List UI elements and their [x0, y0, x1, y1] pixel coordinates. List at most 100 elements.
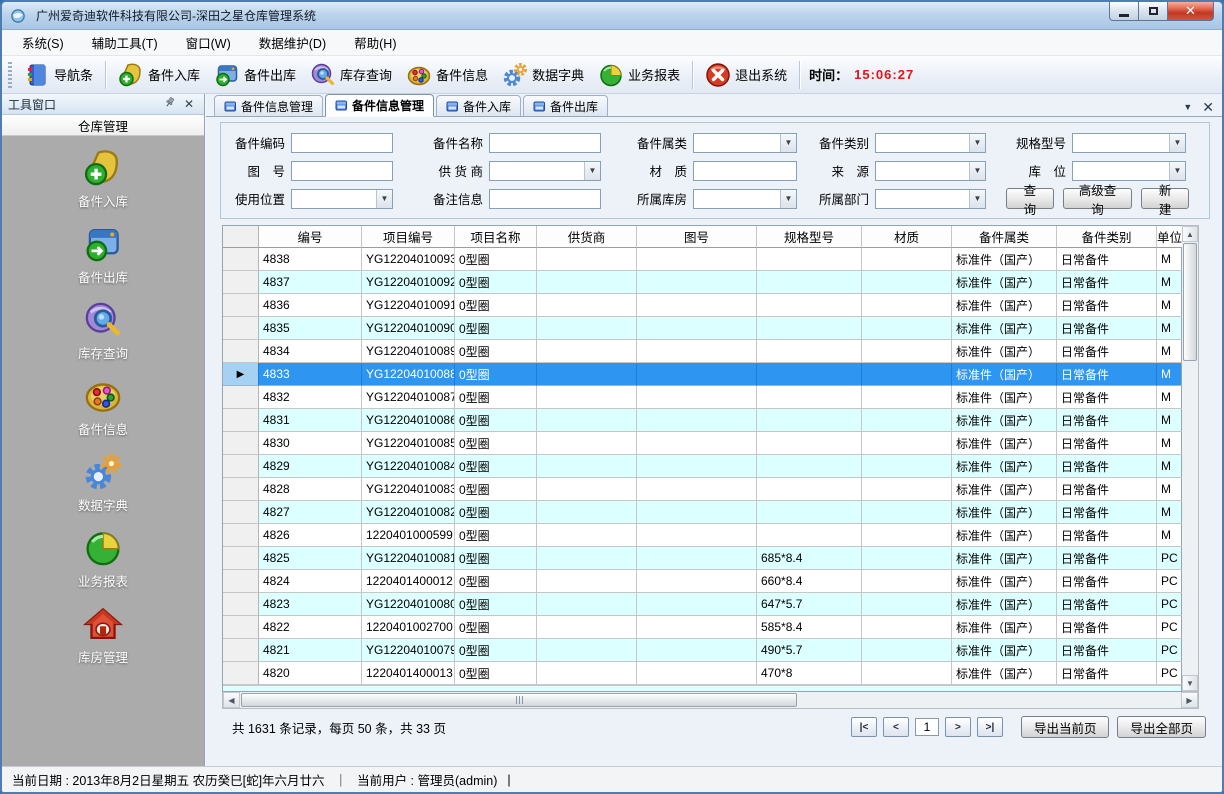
supplier-combo[interactable]: ▼ — [489, 161, 601, 181]
table-row-partial[interactable] — [223, 685, 1181, 691]
department-combo[interactable]: ▼ — [875, 189, 986, 209]
toolbar-item-inventory-search[interactable]: 库存查询 — [303, 59, 399, 91]
horizontal-scrollbar[interactable]: ◀ ▶ — [222, 692, 1199, 709]
column-header-2[interactable]: 项目名称 — [455, 226, 537, 248]
sidebar-item-parts-info[interactable]: 备件信息 — [2, 376, 204, 438]
table-row[interactable]: 482612204010005990型圈标准件（国产）日常备件M — [223, 524, 1181, 547]
toolbar-item-business-report[interactable]: 业务报表 — [591, 59, 687, 91]
minimize-button[interactable] — [1109, 2, 1139, 21]
horizontal-scroll-thumb[interactable] — [241, 693, 797, 707]
combo-arrow-icon[interactable]: ▼ — [969, 162, 985, 180]
vertical-scrollbar[interactable]: ▲ ▼ — [1182, 225, 1199, 692]
part-group-combo[interactable]: ▼ — [693, 133, 797, 153]
row-selector-cell[interactable] — [223, 271, 259, 294]
row-selector-cell[interactable] — [223, 524, 259, 547]
drawing-no-input[interactable] — [292, 162, 392, 180]
material-input[interactable] — [694, 162, 796, 180]
combo-arrow-icon[interactable]: ▼ — [780, 190, 796, 208]
column-header-7[interactable]: 备件属类 — [952, 226, 1057, 248]
table-row[interactable]: 4838YG122040100930型圈标准件（国产）日常备件M — [223, 248, 1181, 271]
toolbar-item-navigation-book[interactable]: 导航条 — [17, 59, 100, 91]
location-combo[interactable]: ▼ — [1072, 161, 1186, 181]
toolbar-item-exit[interactable]: 退出系统 — [698, 59, 794, 91]
table-row[interactable]: 4821YG122040100790型圈490*5.7标准件（国产）日常备件PC — [223, 639, 1181, 662]
search-button[interactable]: 查询 — [1006, 188, 1054, 209]
sidebar-item-inventory-search[interactable]: 库存查询 — [2, 300, 204, 362]
sidebar-close-icon[interactable]: ✕ — [180, 97, 198, 111]
sidebar-item-parts-inbound[interactable]: 备件入库 — [2, 148, 204, 210]
maximize-button[interactable] — [1139, 2, 1168, 21]
table-row[interactable]: 4825YG122040100810型圈685*8.4标准件（国产）日常备件PC — [223, 547, 1181, 570]
row-selector-cell[interactable] — [223, 547, 259, 570]
table-row[interactable]: 4829YG122040100840型圈标准件（国产）日常备件M — [223, 455, 1181, 478]
column-header-6[interactable]: 材质 — [862, 226, 952, 248]
part-name-input[interactable] — [490, 134, 600, 152]
row-selector-cell[interactable] — [223, 501, 259, 524]
first-page-button[interactable]: |< — [851, 717, 877, 737]
row-selector-cell[interactable] — [223, 432, 259, 455]
table-row[interactable]: 4827YG122040100820型圈标准件（国产）日常备件M — [223, 501, 1181, 524]
advanced-search-button[interactable]: 高级查询 — [1063, 188, 1133, 209]
part-category-combo[interactable]: ▼ — [875, 133, 986, 153]
row-selector-cell[interactable] — [223, 593, 259, 616]
table-row[interactable]: ▶4833YG122040100880型圈标准件（国产）日常备件M — [223, 363, 1181, 386]
menu-item[interactable]: 辅助工具(T) — [82, 29, 168, 56]
sidebar-item-business-report[interactable]: 业务报表 — [2, 528, 204, 590]
close-button[interactable]: ✕ — [1168, 2, 1214, 21]
last-page-button[interactable]: >| — [977, 717, 1003, 737]
scroll-up-icon[interactable]: ▲ — [1182, 226, 1198, 242]
table-row[interactable]: 4823YG122040100800型圈647*5.7标准件（国产）日常备件PC — [223, 593, 1181, 616]
column-header-4[interactable]: 图号 — [637, 226, 757, 248]
table-row[interactable]: 482012204014000130型圈470*8标准件（国产）日常备件PC — [223, 662, 1181, 685]
spec-model-combo[interactable]: ▼ — [1072, 133, 1186, 153]
tab-0[interactable]: 备件信息管理 — [214, 95, 323, 116]
table-row[interactable]: 4834YG122040100890型圈标准件（国产）日常备件M — [223, 340, 1181, 363]
scroll-right-icon[interactable]: ▶ — [1181, 692, 1198, 708]
use-position-combo[interactable]: ▼ — [291, 189, 393, 209]
column-header-3[interactable]: 供货商 — [537, 226, 637, 248]
toolbar-item-parts-info[interactable]: 备件信息 — [399, 59, 495, 91]
row-selector-cell[interactable] — [223, 409, 259, 432]
row-selector-cell[interactable]: ▶ — [223, 363, 259, 386]
sidebar-item-warehouse-manage[interactable]: 库房管理 — [2, 604, 204, 666]
warehouse-combo[interactable]: ▼ — [693, 189, 797, 209]
column-header-9[interactable]: 单位 — [1157, 226, 1183, 248]
new-button[interactable]: 新建 — [1141, 188, 1189, 209]
remark-input[interactable] — [490, 190, 600, 208]
sidebar-item-data-dictionary[interactable]: 数据字典 — [2, 452, 204, 514]
row-selector-cell[interactable] — [223, 386, 259, 409]
table-row[interactable]: 4828YG122040100830型圈标准件（国产）日常备件M — [223, 478, 1181, 501]
tab-1-active[interactable]: 备件信息管理 — [325, 94, 434, 117]
row-selector-cell[interactable] — [223, 248, 259, 271]
toolbar-item-parts-outbound[interactable]: 备件出库 — [207, 59, 303, 91]
combo-arrow-icon[interactable]: ▼ — [1169, 134, 1185, 152]
table-row[interactable]: 4831YG122040100860型圈标准件（国产）日常备件M — [223, 409, 1181, 432]
toolbar-item-parts-inbound[interactable]: 备件入库 — [111, 59, 207, 91]
table-row[interactable]: 4830YG122040100850型圈标准件（国产）日常备件M — [223, 432, 1181, 455]
combo-arrow-icon[interactable]: ▼ — [969, 190, 985, 208]
table-row[interactable]: 482212204010027000型圈585*8.4标准件（国产）日常备件PC — [223, 616, 1181, 639]
part-code-input[interactable] — [292, 134, 392, 152]
toolbar-grip[interactable] — [8, 62, 12, 88]
row-selector-cell[interactable] — [223, 294, 259, 317]
toolbar-item-data-dictionary[interactable]: 数据字典 — [495, 59, 591, 91]
table-row[interactable]: 4837YG122040100920型圈标准件（国产）日常备件M — [223, 271, 1181, 294]
row-selector-cell[interactable] — [223, 455, 259, 478]
sidebar-section-header[interactable]: 仓库管理 — [2, 115, 204, 136]
table-row[interactable]: 482412204014000120型圈660*8.4标准件（国产）日常备件PC — [223, 570, 1181, 593]
page-number-input[interactable] — [915, 718, 939, 736]
combo-arrow-icon[interactable]: ▼ — [969, 134, 985, 152]
combo-arrow-icon[interactable]: ▼ — [376, 190, 392, 208]
row-selector-cell[interactable] — [223, 478, 259, 501]
source-combo[interactable]: ▼ — [875, 161, 986, 181]
chevron-down-icon[interactable]: ▼ — [1183, 102, 1192, 112]
menu-item[interactable]: 窗口(W) — [176, 29, 241, 56]
pin-icon[interactable] — [159, 96, 180, 112]
tab-3[interactable]: 备件出库 — [523, 95, 608, 116]
tab-2[interactable]: 备件入库 — [436, 95, 521, 116]
tab-close-icon[interactable]: ✕ — [1202, 102, 1214, 112]
row-selector-cell[interactable] — [223, 639, 259, 662]
scroll-down-icon[interactable]: ▼ — [1182, 675, 1198, 691]
prev-page-button[interactable]: < — [883, 717, 909, 737]
table-row[interactable]: 4835YG122040100900型圈标准件（国产）日常备件M — [223, 317, 1181, 340]
